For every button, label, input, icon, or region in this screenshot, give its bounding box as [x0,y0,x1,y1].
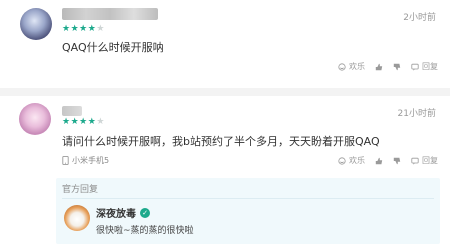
avatar[interactable] [19,103,51,135]
review-separator [0,88,450,96]
star-icon: ★ [62,117,71,127]
review-text: QAQ什么时候开服呐 [62,41,164,54]
review-item: 2小时前 ★★★★★ QAQ什么时候开服呐 欢乐 回复 [0,0,450,88]
official-reply: 官方回复 深夜放毒 ✓ 很快啦~蒸的蒸的很快啦 [56,178,440,244]
star-icon: ★ [79,24,88,34]
rating-stars: ★★★★★ [62,24,105,34]
star-icon: ★ [96,24,105,34]
thumbs-down-icon [393,63,401,70]
device-name: 小米手机5 [72,156,110,165]
reply-label: 回复 [422,62,438,71]
review-text: 请问什么时候开服啊，我b站预约了半个多月，天天盼着开服QAQ [62,135,380,148]
review-item: 21小时前 ★★★★★ 请问什么时候开服啊，我b站预约了半个多月，天天盼着开服Q… [0,96,450,245]
like-button[interactable] [375,157,383,165]
like-button[interactable] [375,63,383,71]
fun-label: 欢乐 [349,62,365,71]
thumbs-up-icon [375,63,383,70]
review-actions: 欢乐 回复 [338,155,438,166]
fun-icon [338,156,346,165]
official-author-name: 深夜放毒 [96,209,136,220]
reply-button[interactable]: 回复 [411,155,438,166]
verified-icon: ✓ [140,207,150,218]
reply-icon [411,157,419,165]
official-reply-text: 很快啦~蒸的蒸的很快啦 [96,226,194,236]
dislike-button[interactable] [393,63,401,71]
device-info: 小米手机5 [62,155,109,166]
fun-button[interactable]: 欢乐 [338,155,365,166]
official-author[interactable]: 深夜放毒 ✓ [96,205,150,220]
official-reply-title: 官方回复 [62,185,99,195]
fun-button[interactable]: 欢乐 [338,61,365,72]
star-icon: ★ [70,117,80,127]
avatar[interactable] [20,8,52,40]
reply-label: 回复 [422,156,438,165]
star-icon: ★ [96,117,105,127]
review-actions: 欢乐 回复 [338,61,438,72]
reply-button[interactable]: 回复 [411,61,438,72]
fun-label: 欢乐 [349,156,365,165]
star-icon: ★ [79,117,88,127]
reply-icon [411,63,419,71]
rating-stars: ★★★★★ [62,117,105,127]
divider [62,198,434,199]
review-time: 21小时前 [397,109,436,119]
dislike-button[interactable] [393,157,401,165]
thumbs-down-icon [393,157,401,164]
phone-icon [62,156,69,165]
review-time: 2小时前 [403,13,436,23]
username-blurred[interactable] [62,106,82,116]
fun-icon [338,62,346,71]
username-blurred[interactable] [62,8,158,20]
thumbs-up-icon [375,157,383,164]
star-icon: ★ [62,24,71,34]
official-avatar[interactable] [64,205,90,231]
star-icon: ★ [70,24,80,34]
